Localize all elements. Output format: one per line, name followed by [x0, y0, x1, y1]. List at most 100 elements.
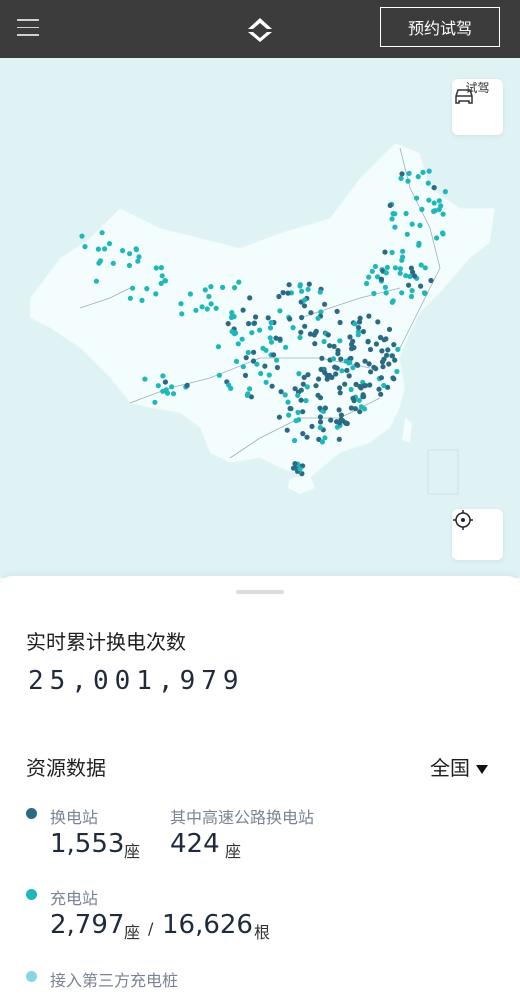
- station-dot[interactable]: [232, 285, 238, 291]
- station-dot[interactable]: [350, 338, 356, 344]
- station-dot[interactable]: [372, 263, 378, 270]
- station-dot[interactable]: [382, 284, 388, 290]
- station-dot[interactable]: [262, 363, 268, 369]
- station-dot[interactable]: [251, 349, 257, 355]
- station-dot[interactable]: [431, 185, 437, 191]
- station-dot[interactable]: [302, 297, 308, 303]
- station-dot[interactable]: [403, 273, 409, 279]
- station-dot[interactable]: [79, 233, 85, 239]
- station-dot[interactable]: [392, 265, 398, 271]
- station-dot[interactable]: [298, 397, 304, 403]
- station-dot[interactable]: [260, 345, 266, 351]
- station-dot[interactable]: [331, 343, 337, 349]
- station-dot[interactable]: [202, 287, 208, 293]
- station-dot[interactable]: [152, 399, 158, 405]
- station-dot[interactable]: [330, 356, 337, 362]
- station-dot[interactable]: [432, 208, 438, 214]
- station-dot[interactable]: [361, 383, 367, 389]
- test-drive-map-button[interactable]: 试驾: [452, 79, 503, 135]
- station-dot[interactable]: [245, 349, 251, 356]
- station-dot[interactable]: [179, 311, 185, 317]
- station-dot[interactable]: [343, 420, 349, 427]
- station-dot[interactable]: [386, 361, 392, 367]
- station-dot[interactable]: [357, 315, 363, 321]
- station-dot[interactable]: [247, 295, 253, 301]
- station-dot[interactable]: [338, 412, 344, 418]
- station-dot[interactable]: [415, 174, 421, 180]
- station-dot[interactable]: [352, 406, 358, 412]
- station-dot[interactable]: [225, 321, 231, 327]
- station-dot[interactable]: [383, 270, 389, 276]
- station-dot[interactable]: [240, 364, 246, 370]
- station-dot[interactable]: [322, 435, 328, 441]
- station-dot[interactable]: [339, 368, 345, 374]
- station-dot[interactable]: [298, 387, 304, 393]
- station-dot[interactable]: [353, 381, 359, 387]
- station-dot[interactable]: [271, 352, 277, 358]
- station-dot[interactable]: [135, 258, 141, 264]
- station-dot[interactable]: [199, 304, 205, 310]
- station-dot[interactable]: [361, 393, 367, 400]
- station-dot[interactable]: [350, 395, 356, 401]
- station-dot[interactable]: [417, 222, 423, 228]
- station-dot[interactable]: [404, 231, 410, 237]
- station-dot[interactable]: [403, 210, 409, 217]
- station-dot[interactable]: [296, 371, 302, 377]
- station-dot[interactable]: [365, 338, 371, 344]
- station-dot[interactable]: [317, 419, 324, 425]
- station-dot[interactable]: [322, 301, 328, 307]
- station-dot[interactable]: [335, 351, 341, 357]
- station-dot[interactable]: [408, 293, 415, 300]
- station-dot[interactable]: [442, 189, 448, 195]
- station-dot[interactable]: [376, 386, 382, 392]
- station-dot[interactable]: [381, 382, 387, 389]
- station-dot[interactable]: [213, 305, 219, 311]
- station-dot[interactable]: [426, 197, 432, 203]
- station-dot[interactable]: [381, 356, 387, 362]
- station-dot[interactable]: [158, 265, 164, 271]
- station-dot[interactable]: [208, 301, 214, 307]
- station-dot[interactable]: [99, 230, 105, 236]
- station-dot[interactable]: [409, 288, 415, 294]
- station-dot[interactable]: [169, 384, 175, 390]
- station-dot[interactable]: [342, 381, 348, 387]
- station-dot[interactable]: [164, 390, 171, 396]
- station-dot[interactable]: [431, 200, 437, 206]
- station-dot[interactable]: [309, 423, 315, 429]
- station-dot[interactable]: [184, 382, 190, 388]
- station-dot[interactable]: [386, 326, 393, 332]
- station-dot[interactable]: [299, 288, 305, 294]
- station-dot[interactable]: [409, 221, 415, 227]
- station-dot[interactable]: [378, 276, 385, 282]
- station-dot[interactable]: [106, 241, 113, 247]
- station-map[interactable]: 试驾: [0, 58, 520, 578]
- station-dot[interactable]: [398, 175, 404, 181]
- station-dot[interactable]: [187, 291, 193, 297]
- station-dot[interactable]: [276, 293, 282, 300]
- station-dot[interactable]: [315, 315, 321, 321]
- station-dot[interactable]: [337, 385, 343, 391]
- station-dot[interactable]: [139, 297, 145, 303]
- station-dot[interactable]: [297, 466, 303, 472]
- station-dot[interactable]: [97, 258, 103, 264]
- station-dot[interactable]: [293, 418, 299, 424]
- station-dot[interactable]: [254, 361, 260, 367]
- station-dot[interactable]: [334, 365, 340, 371]
- station-dot[interactable]: [158, 280, 164, 286]
- station-dot[interactable]: [390, 298, 396, 304]
- station-dot[interactable]: [273, 335, 279, 341]
- station-dot[interactable]: [253, 314, 259, 320]
- station-dot[interactable]: [266, 372, 272, 378]
- station-dot[interactable]: [406, 170, 412, 176]
- station-dot[interactable]: [286, 412, 292, 418]
- station-dot[interactable]: [126, 262, 132, 269]
- station-dot[interactable]: [287, 316, 293, 322]
- station-dot[interactable]: [243, 355, 249, 361]
- station-dot[interactable]: [178, 301, 184, 307]
- station-dot[interactable]: [127, 251, 133, 257]
- station-dot[interactable]: [383, 336, 389, 342]
- station-dot[interactable]: [295, 409, 301, 415]
- station-dot[interactable]: [322, 405, 328, 411]
- station-dot[interactable]: [422, 290, 428, 296]
- station-dot[interactable]: [394, 368, 400, 375]
